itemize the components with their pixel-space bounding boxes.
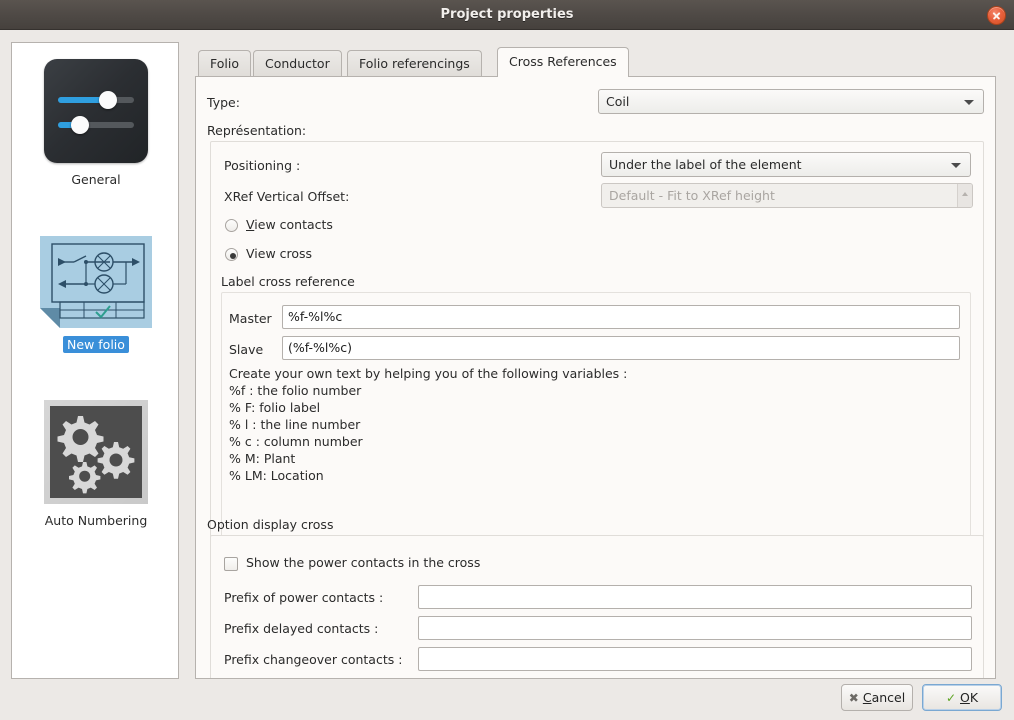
checkbox-indicator [224,557,238,571]
show-power-contacts-label: Show the power contacts in the cross [246,555,481,570]
sidebar-item-new-folio[interactable]: New folio [12,236,178,353]
tab-bar: Folio Conductor Folio referencings Cross… [195,47,996,77]
dialog-body: General New folio Auto Numbering Folio C… [0,30,1014,720]
slave-input[interactable]: (%f-%l%c) [282,336,960,360]
folio-diagram-icon [40,236,152,328]
radio-indicator [225,219,238,232]
tab-page-cross-references: Type: Coil Représentation: Positioning :… [195,76,996,679]
chevron-down-icon [951,163,961,168]
representation-group-title: Représentation: [207,123,307,138]
master-input[interactable]: %f-%l%c [282,305,960,329]
settings-category-list[interactable]: General New folio Auto Numbering [11,42,179,679]
spinner-up-icon[interactable] [957,184,972,207]
prefix-power-label: Prefix of power contacts : [224,590,384,605]
type-label: Type: [207,95,240,110]
sidebar-item-auto-numbering[interactable]: Auto Numbering [12,400,178,529]
option-display-cross-title: Option display cross [207,517,334,532]
slave-label: Slave [229,342,264,357]
prefix-delayed-label: Prefix delayed contacts : [224,621,379,636]
sidebar-item-label-new-folio: New folio [63,336,129,353]
radio-view-cross-label: View cross [246,246,313,261]
cross-mark-icon: ✖ [848,691,859,705]
help-line: % M: Plant [229,451,296,466]
sidebar-item-label-general: General [71,172,121,187]
ok-button-label: OK [960,690,979,705]
project-properties-tabs: Folio Conductor Folio referencings Cross… [195,47,996,679]
chevron-down-icon [964,100,974,105]
sidebar-item-label-auto-numbering: Auto Numbering [44,513,148,528]
tab-folio[interactable]: Folio [198,50,251,76]
positioning-combobox-value: Under the label of the element [609,157,802,172]
sidebar-item-general[interactable]: General [12,59,178,188]
positioning-label: Positioning : [224,158,301,173]
help-line: % l : the line number [229,417,361,432]
positioning-combobox[interactable]: Under the label of the element [601,152,971,177]
sliders-icon [44,59,148,163]
xref-vertical-offset-spinbox[interactable]: Default - Fit to XRef height [601,183,973,208]
type-combobox-value: Coil [606,94,630,109]
check-mark-icon: ✓ [945,691,956,705]
slave-input-value: (%f-%l%c) [288,340,352,355]
tab-folio-referencings[interactable]: Folio referencings [347,50,482,76]
cancel-button-label: Cancel [862,690,906,705]
cancel-button[interactable]: ✖ Cancel [841,684,913,711]
close-icon[interactable] [987,6,1006,25]
ok-button[interactable]: ✓ OK [922,684,1002,711]
help-line: Create your own text by helping you of t… [229,366,628,381]
help-line: % c : column number [229,434,363,449]
prefix-power-input[interactable] [418,585,972,609]
xref-vertical-offset-label: XRef Vertical Offset: [224,189,350,204]
help-line: % LM: Location [229,468,324,483]
help-line: %f : the folio number [229,383,362,398]
xref-vertical-offset-placeholder: Default - Fit to XRef height [609,188,775,203]
type-combobox[interactable]: Coil [598,89,984,114]
variables-help-text: Create your own text by helping you of t… [229,365,627,484]
radio-view-contacts-label: View contacts [246,217,333,232]
gears-icon [44,400,148,504]
tab-conductor[interactable]: Conductor [253,50,342,76]
window-title: Project properties [440,7,574,22]
prefix-changeover-label: Prefix changeover contacts : [224,652,403,667]
help-line: % F: folio label [229,400,321,415]
prefix-delayed-input[interactable] [418,616,972,640]
prefix-changeover-input[interactable] [418,647,972,671]
master-input-value: %f-%l%c [288,309,343,324]
master-label: Master [229,311,272,326]
label-cross-reference-title: Label cross reference [221,274,355,289]
tab-cross-references[interactable]: Cross References [497,47,629,77]
window-titlebar: Project properties [0,0,1014,30]
radio-indicator [225,248,238,261]
